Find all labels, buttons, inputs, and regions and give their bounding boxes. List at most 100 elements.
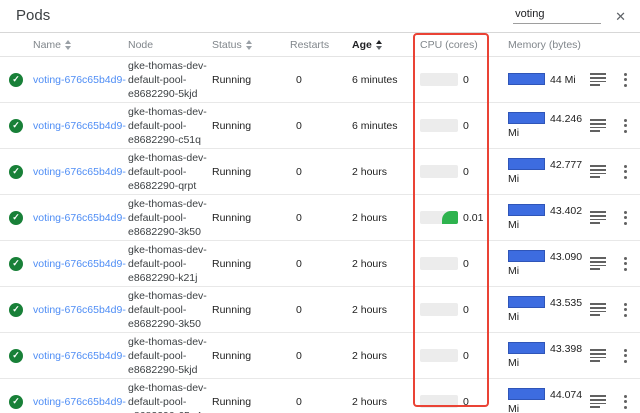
cpu-usage-gauge (420, 257, 458, 270)
cpu-usage-gauge (420, 73, 458, 86)
logs-icon[interactable] (590, 303, 606, 315)
memory-cell: 42.777 Mi (508, 158, 640, 186)
cpu-cell: 0 (420, 165, 508, 178)
pod-name-link[interactable]: voting-676c65b4d9-nv (33, 212, 126, 224)
cpu-cell: 0 (420, 349, 508, 362)
table-row: ✓ voting-676c65b4d9-8fl gke-thomas-dev- … (0, 379, 640, 413)
table-row: ✓ voting-676c65b4d9-srl gke-thomas-dev- … (0, 241, 640, 287)
logs-icon[interactable] (590, 73, 606, 85)
search-input[interactable] (513, 8, 601, 24)
table-row: ✓ voting-676c65b4d9-nv gke-thomas-dev- d… (0, 195, 640, 241)
pod-age: 6 minutes (352, 120, 420, 132)
pods-panel: Pods ✕ Name Node Status Restarts Age CPU… (0, 0, 640, 413)
pod-restarts: 0 (290, 304, 352, 316)
more-options-icon[interactable] (624, 395, 627, 409)
table-row: ✓ voting-676c65b4d9-xs- gke-thomas-dev- … (0, 57, 640, 103)
table-body: ✓ voting-676c65b4d9-xs- gke-thomas-dev- … (0, 57, 640, 413)
memory-cell: 44 Mi (508, 73, 640, 87)
more-options-icon[interactable] (624, 165, 627, 179)
logs-icon[interactable] (590, 257, 606, 269)
pod-status: Running (212, 74, 290, 86)
status-ok-icon: ✓ (9, 73, 23, 87)
status-ok-icon: ✓ (9, 119, 23, 133)
status-ok-icon: ✓ (9, 257, 23, 271)
logs-icon[interactable] (590, 211, 606, 223)
pod-name-link[interactable]: voting-676c65b4d9-tj6 (33, 304, 126, 316)
pod-name-link[interactable]: voting-676c65b4d9-8fl (33, 396, 126, 408)
memory-cell: 43.535 Mi (508, 296, 640, 324)
more-options-icon[interactable] (624, 303, 627, 317)
pod-age: 2 hours (352, 350, 420, 362)
cpu-cell: 0 (420, 257, 508, 270)
pod-status: Running (212, 396, 290, 408)
more-options-icon[interactable] (624, 211, 627, 225)
memory-cell: 43.402 Mi (508, 204, 640, 232)
pod-node: gke-thomas-dev- default-pool- e8682290-3… (128, 197, 212, 239)
memory-cell: 43.090 Mi (508, 250, 640, 278)
cpu-usage-gauge (420, 349, 458, 362)
column-header-status[interactable]: Status (212, 39, 290, 51)
cpu-cell: 0 (420, 303, 508, 316)
memory-cell: 43.398 Mi (508, 342, 640, 370)
logs-icon[interactable] (590, 165, 606, 177)
table-row: ✓ voting-676c65b4d9-72 gke-thomas-dev- d… (0, 149, 640, 195)
pod-name-link[interactable]: voting-676c65b4d9-tpr (33, 120, 126, 132)
sort-icon (65, 40, 71, 50)
pod-restarts: 0 (290, 212, 352, 224)
pod-restarts: 0 (290, 258, 352, 270)
pod-status: Running (212, 166, 290, 178)
pod-name-link[interactable]: voting-676c65b4d9-xs- (33, 74, 126, 86)
cpu-cell: 0 (420, 119, 508, 132)
pod-restarts: 0 (290, 396, 352, 408)
logs-icon[interactable] (590, 119, 606, 131)
table-row: ✓ voting-676c65b4d9-tpj gke-thomas-dev- … (0, 333, 640, 379)
pod-name-link[interactable]: voting-676c65b4d9-srl (33, 258, 126, 270)
pod-status: Running (212, 350, 290, 362)
memory-usage-bar (508, 158, 545, 170)
close-icon[interactable]: ✕ (615, 10, 626, 23)
pod-status: Running (212, 212, 290, 224)
memory-usage-bar (508, 296, 545, 308)
pod-name-link[interactable]: voting-676c65b4d9-72 (33, 166, 126, 178)
pod-node: gke-thomas-dev- default-pool- e8682290-6… (128, 381, 212, 413)
cpu-usage-gauge (420, 211, 458, 224)
more-options-icon[interactable] (624, 257, 627, 271)
column-header-node: Node (128, 39, 212, 51)
memory-usage-bar (508, 73, 545, 85)
more-options-icon[interactable] (624, 73, 627, 87)
table-header-row: Name Node Status Restarts Age CPU (cores… (0, 33, 640, 57)
cpu-value: 0 (463, 120, 469, 132)
cpu-value: 0 (463, 396, 469, 408)
cpu-value: 0 (463, 350, 469, 362)
pod-node: gke-thomas-dev- default-pool- e8682290-k… (128, 243, 212, 285)
status-ok-icon: ✓ (9, 395, 23, 409)
page-title: Pods (16, 7, 50, 24)
pod-age: 6 minutes (352, 74, 420, 86)
column-header-age[interactable]: Age (352, 39, 420, 51)
pod-node: gke-thomas-dev- default-pool- e8682290-5… (128, 59, 212, 101)
column-header-memory: Memory (bytes) (508, 39, 640, 51)
pod-node: gke-thomas-dev- default-pool- e8682290-q… (128, 151, 212, 193)
more-options-icon[interactable] (624, 119, 627, 133)
logs-icon[interactable] (590, 349, 606, 361)
cpu-usage-area (442, 211, 458, 224)
cpu-usage-gauge (420, 165, 458, 178)
pod-age: 2 hours (352, 396, 420, 408)
cpu-usage-gauge (420, 119, 458, 132)
status-ok-icon: ✓ (9, 349, 23, 363)
memory-cell: 44.246 Mi (508, 112, 640, 140)
cpu-usage-gauge (420, 395, 458, 408)
column-header-name[interactable]: Name (33, 39, 128, 51)
pod-name-link[interactable]: voting-676c65b4d9-tpj (33, 350, 126, 362)
memory-usage-bar (508, 342, 545, 354)
logs-icon[interactable] (590, 395, 606, 407)
more-options-icon[interactable] (624, 349, 627, 363)
memory-usage-bar (508, 112, 545, 124)
cpu-value: 0 (463, 166, 469, 178)
table-row: ✓ voting-676c65b4d9-tpr gke-thomas-dev- … (0, 103, 640, 149)
column-header-restarts: Restarts (290, 39, 352, 51)
pod-age: 2 hours (352, 258, 420, 270)
memory-cell: 44.074 Mi (508, 388, 640, 413)
pod-restarts: 0 (290, 350, 352, 362)
pod-status: Running (212, 258, 290, 270)
